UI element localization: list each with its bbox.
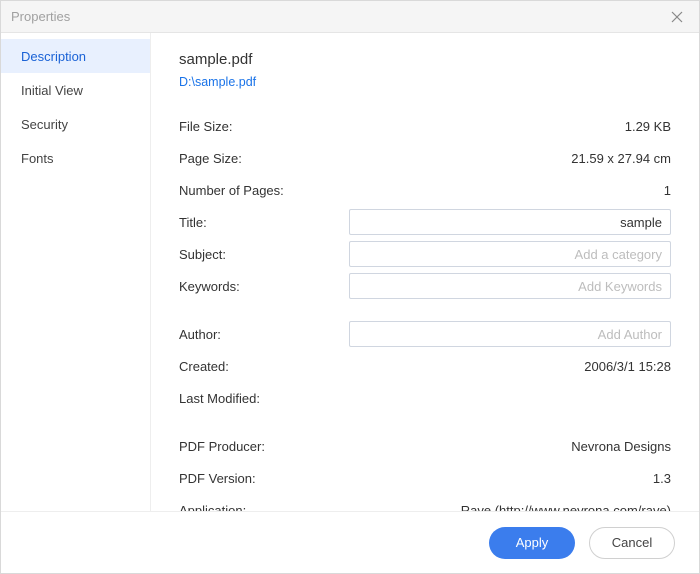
close-icon: [671, 11, 683, 23]
row-pdf-producer: PDF Producer: Nevrona Designs: [179, 431, 671, 461]
row-application: Application: Rave (http://www.nevrona.co…: [179, 495, 671, 511]
row-created: Created: 2006/3/1 15:28: [179, 351, 671, 381]
value-pdf-version: 1.3: [349, 471, 671, 486]
value-pdf-producer: Nevrona Designs: [349, 439, 671, 454]
row-num-pages: Number of Pages: 1: [179, 175, 671, 205]
label-application: Application:: [179, 503, 349, 512]
file-path-link[interactable]: D:\sample.pdf: [179, 75, 256, 89]
label-num-pages: Number of Pages:: [179, 183, 349, 198]
row-last-modified: Last Modified:: [179, 383, 671, 413]
sidebar-item-initial-view[interactable]: Initial View: [1, 73, 150, 107]
sidebar-item-label: Initial View: [21, 83, 83, 98]
label-keywords: Keywords:: [179, 279, 349, 294]
row-pdf-version: PDF Version: 1.3: [179, 463, 671, 493]
label-title: Title:: [179, 215, 349, 230]
label-pdf-version: PDF Version:: [179, 471, 349, 486]
sidebar-item-fonts[interactable]: Fonts: [1, 141, 150, 175]
cancel-button[interactable]: Cancel: [589, 527, 675, 559]
sidebar-item-label: Fonts: [21, 151, 54, 166]
value-application: Rave (http://www.nevrona.com/rave): [349, 503, 671, 512]
row-file-size: File Size: 1.29 KB: [179, 111, 671, 141]
sidebar-item-label: Description: [21, 49, 86, 64]
label-created: Created:: [179, 359, 349, 374]
close-button[interactable]: [665, 5, 689, 29]
subject-input[interactable]: [349, 241, 671, 267]
apply-button[interactable]: Apply: [489, 527, 575, 559]
window-title: Properties: [11, 9, 665, 24]
value-num-pages: 1: [349, 183, 671, 198]
keywords-input[interactable]: [349, 273, 671, 299]
value-page-size: 21.59 x 27.94 cm: [349, 151, 671, 166]
value-file-size: 1.29 KB: [349, 119, 671, 134]
label-author: Author:: [179, 327, 349, 342]
row-author: Author:: [179, 319, 671, 349]
label-pdf-producer: PDF Producer:: [179, 439, 349, 454]
sidebar-item-description[interactable]: Description: [1, 39, 150, 73]
titlebar: Properties: [1, 1, 699, 33]
sidebar-item-label: Security: [21, 117, 68, 132]
sidebar: Description Initial View Security Fonts: [1, 33, 151, 511]
properties-dialog: Properties Description Initial View Secu…: [0, 0, 700, 574]
sidebar-item-security[interactable]: Security: [1, 107, 150, 141]
dialog-footer: Apply Cancel: [1, 511, 699, 573]
row-subject: Subject:: [179, 239, 671, 269]
label-file-size: File Size:: [179, 119, 349, 134]
label-page-size: Page Size:: [179, 151, 349, 166]
file-name: sample.pdf: [179, 51, 671, 68]
dialog-body: Description Initial View Security Fonts …: [1, 33, 699, 511]
author-input[interactable]: [349, 321, 671, 347]
title-input[interactable]: [349, 209, 671, 235]
label-subject: Subject:: [179, 247, 349, 262]
label-last-modified: Last Modified:: [179, 391, 349, 406]
content-panel: sample.pdf D:\sample.pdf File Size: 1.29…: [151, 33, 699, 511]
row-title: Title:: [179, 207, 671, 237]
value-created: 2006/3/1 15:28: [349, 359, 671, 374]
row-keywords: Keywords:: [179, 271, 671, 301]
row-page-size: Page Size: 21.59 x 27.94 cm: [179, 143, 671, 173]
